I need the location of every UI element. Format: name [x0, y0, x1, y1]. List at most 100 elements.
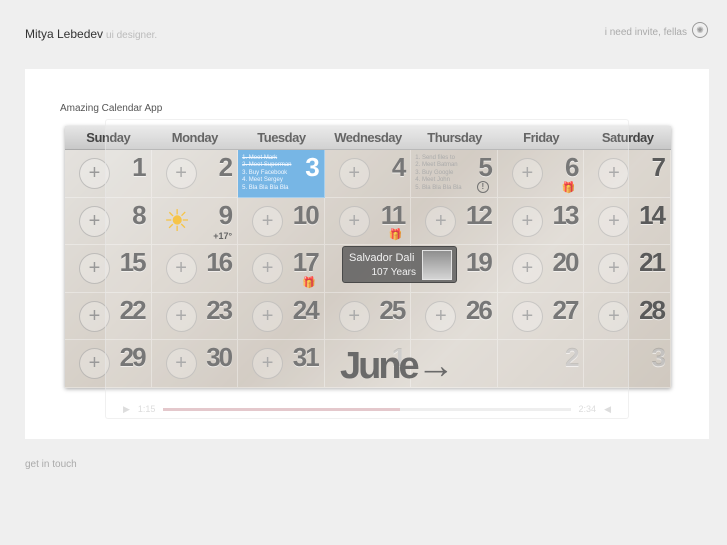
add-event-icon[interactable]: +	[425, 205, 457, 237]
day-cell[interactable]: +16	[151, 245, 239, 293]
day-number: 27	[552, 294, 580, 325]
task-item[interactable]: 2. Meet Batman	[415, 162, 461, 169]
day-cell[interactable]: 1. Meet Mark 2. Meet Superman 3. Buy Faceb…	[238, 150, 325, 198]
day-cell[interactable]: +4	[324, 150, 412, 198]
day-number: 3	[651, 342, 667, 373]
sun-cloud-icon: ☀	[163, 204, 191, 238]
get-in-touch-link[interactable]: get in touch	[25, 459, 77, 470]
day-cell[interactable]: +29	[65, 340, 152, 388]
day-cell[interactable]: 2	[497, 340, 585, 388]
add-event-icon[interactable]: +	[598, 253, 630, 285]
play-icon[interactable]: ▶	[123, 404, 130, 415]
day-number: 6	[564, 152, 580, 182]
tooltip-years: 107 Years	[371, 267, 417, 278]
day-cell[interactable]: +10	[238, 197, 325, 246]
add-event-icon[interactable]: +	[338, 158, 370, 189]
day-number: 12	[465, 199, 493, 230]
day-number: 22	[119, 294, 147, 325]
day-cell[interactable]: + 🎁 11	[324, 197, 412, 246]
day-cell[interactable]: +13	[497, 197, 585, 246]
add-event-icon[interactable]: +	[252, 253, 284, 285]
day-cell[interactable]: + 🎁 17	[238, 245, 325, 293]
add-event-icon[interactable]: +	[598, 300, 630, 332]
day-cell[interactable]: ☀ +17° 9	[151, 197, 239, 246]
task-item[interactable]: 4. Meet Sergey	[242, 177, 291, 184]
day-number: 17	[292, 247, 320, 278]
day-cell[interactable]: +2	[151, 150, 239, 198]
day-cell[interactable]: +14	[584, 197, 671, 246]
add-event-icon[interactable]: +	[511, 205, 543, 237]
day-cell[interactable]: +28	[584, 292, 671, 341]
day-cell[interactable]: +27	[497, 292, 585, 341]
add-event-icon[interactable]: +	[165, 158, 197, 189]
add-event-icon[interactable]: +	[425, 300, 457, 332]
day-cell[interactable]: + 🎁 6	[497, 150, 585, 198]
add-event-icon[interactable]: +	[338, 300, 370, 332]
add-event-icon[interactable]: +	[511, 300, 543, 332]
day-cell[interactable]: +8	[65, 197, 152, 246]
day-number: 2	[218, 152, 234, 182]
day-cell[interactable]: +1	[65, 150, 152, 198]
day-cell[interactable]: +20	[497, 245, 585, 293]
task-item[interactable]: 3. Buy Google	[415, 170, 461, 177]
day-cell[interactable]: +26	[411, 292, 498, 341]
add-event-icon[interactable]: +	[252, 205, 284, 237]
add-event-icon[interactable]: +	[165, 253, 197, 285]
task-item[interactable]: 5. Bla Bla Bla Bla	[415, 185, 461, 192]
day-cell[interactable]: +22	[65, 292, 152, 341]
day-cell[interactable]: 3	[584, 340, 671, 388]
task-item[interactable]: 2. Meet Superman	[242, 162, 291, 169]
add-event-icon[interactable]: +	[165, 300, 197, 332]
day-cell[interactable]: +25	[324, 292, 412, 341]
project-panel: Amazing Calendar App Sunday Monday Tuesday…	[25, 69, 709, 439]
day-cell[interactable]: +24	[238, 292, 325, 341]
volume-icon[interactable]: ◀	[604, 404, 611, 415]
task-item[interactable]: 1. Meet Mark	[242, 155, 291, 162]
task-list: 1. Meet Mark 2. Meet Superman 3. Buy Faceb…	[242, 155, 291, 192]
add-event-icon[interactable]: +	[79, 205, 110, 237]
add-event-icon[interactable]: +	[252, 300, 284, 332]
add-event-icon[interactable]: +	[79, 300, 110, 332]
day-cell[interactable]: +21	[584, 245, 671, 293]
day-cell[interactable]: 1. Send files to 2. Meet Batman 3. Buy Goo…	[411, 150, 498, 198]
day-cell[interactable]: +7	[584, 150, 671, 198]
add-event-icon[interactable]: +	[511, 253, 543, 285]
add-event-icon[interactable]: +	[252, 348, 284, 380]
avatar	[422, 250, 452, 280]
weekday-thursday: Thursday	[427, 130, 482, 145]
add-event-icon[interactable]: +	[79, 348, 110, 380]
task-item[interactable]: 1. Send files to	[415, 155, 461, 162]
day-number: 24	[292, 294, 320, 325]
next-month-button[interactable]: June→	[340, 345, 455, 388]
day-number: 15	[119, 247, 147, 278]
add-event-icon[interactable]: +	[165, 348, 197, 380]
add-event-icon[interactable]: +	[598, 205, 630, 237]
day-number: 29	[119, 342, 147, 373]
day-number: 10	[292, 199, 320, 230]
current-time: 1:15	[137, 404, 156, 414]
day-cell[interactable]: +15	[65, 245, 152, 293]
day-cell[interactable]: +31	[238, 340, 325, 388]
day-number: 25	[379, 294, 406, 325]
add-event-icon[interactable]: +	[79, 158, 110, 189]
day-cell[interactable]: +12	[411, 197, 498, 246]
day-cell[interactable]: +23	[151, 292, 239, 341]
add-event-icon[interactable]: +	[598, 158, 630, 189]
task-item[interactable]: 4. Meet John	[415, 177, 461, 184]
day-number: 2	[564, 342, 580, 373]
progress-bar[interactable]	[163, 407, 571, 411]
day-number: 21	[639, 247, 666, 278]
weekday-friday: Friday	[523, 130, 560, 145]
day-number: 30	[206, 342, 233, 373]
task-item[interactable]: 3. Buy Facebook	[242, 170, 291, 177]
task-item[interactable]: 5. Bla Bla Bla Bla	[242, 185, 291, 192]
day-number: 1	[132, 152, 147, 182]
day-cell[interactable]: +30	[151, 340, 239, 388]
progress-fill	[163, 407, 400, 411]
add-event-icon[interactable]: +	[511, 158, 543, 189]
invite-link[interactable]: i need invite, fellas	[605, 27, 687, 38]
add-event-icon[interactable]: +	[338, 205, 370, 237]
day-number: 16	[206, 247, 233, 278]
add-event-icon[interactable]: +	[79, 253, 110, 285]
dribbble-icon[interactable]: ✺	[692, 22, 708, 38]
